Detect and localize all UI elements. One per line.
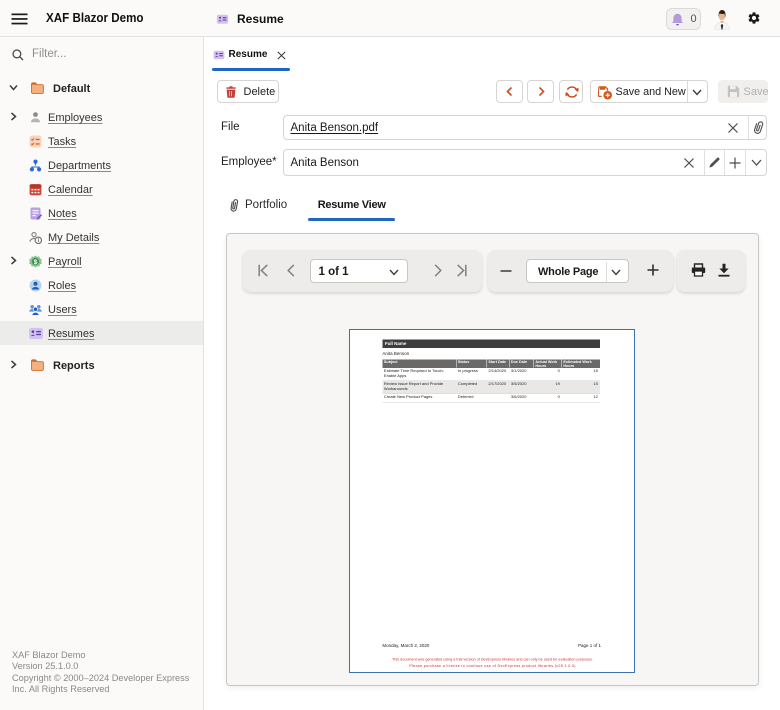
svg-text:$: $ bbox=[34, 259, 38, 266]
